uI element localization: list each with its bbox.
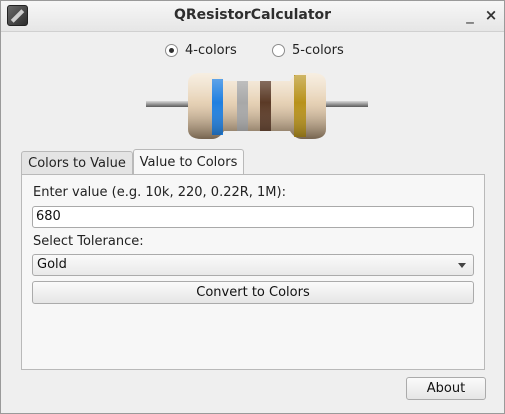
radio-5-colors[interactable]: 5-colors: [272, 41, 344, 59]
resistor-shading: [188, 73, 326, 139]
title-bar: QResistorCalculator _ ×: [1, 1, 504, 32]
resistor-preview-image: [146, 73, 368, 139]
about-button[interactable]: About: [406, 377, 486, 400]
main-window: QResistorCalculator _ × 4-colors 5-color…: [0, 0, 505, 414]
tab-value-to-colors[interactable]: Value to Colors: [133, 149, 244, 175]
value-input[interactable]: 680: [32, 206, 474, 228]
tolerance-selected-value: Gold: [37, 257, 67, 272]
radio-unchecked-icon[interactable]: [272, 43, 285, 57]
radio-4-colors-label: 4-colors: [185, 42, 237, 58]
window-title: QResistorCalculator: [173, 7, 332, 23]
value-to-colors-panel: Enter value (e.g. 10k, 220, 0.22R, 1M): …: [21, 174, 485, 370]
convert-to-colors-button[interactable]: Convert to Colors: [32, 281, 474, 304]
tab-colors-to-value[interactable]: Colors to Value: [21, 151, 133, 174]
radio-5-colors-label: 5-colors: [292, 42, 344, 58]
value-label: Enter value (e.g. 10k, 220, 0.22R, 1M):: [33, 185, 286, 200]
radio-checked-icon[interactable]: [165, 43, 178, 57]
tolerance-select[interactable]: Gold: [32, 254, 474, 276]
tolerance-label: Select Tolerance:: [33, 234, 144, 249]
close-button[interactable]: ×: [482, 6, 500, 24]
radio-4-colors[interactable]: 4-colors: [165, 41, 237, 59]
minimize-button[interactable]: _: [461, 6, 479, 24]
chevron-down-icon: [458, 263, 466, 268]
